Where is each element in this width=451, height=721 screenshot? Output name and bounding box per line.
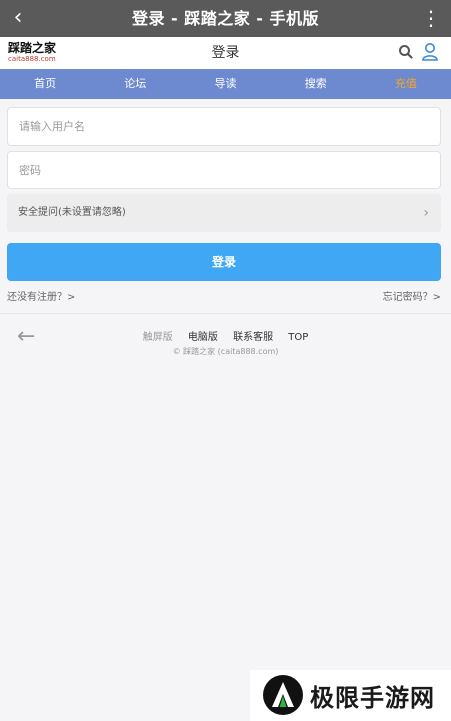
security-question-label: 安全提问(未设置请忽略) [18,207,126,218]
main-nav: 首页 论坛 导读 搜索 充值 [0,69,451,99]
window-title: 登录 - 踩踏之家 - 手机版 [131,9,320,28]
page-title: 登录 [211,45,240,61]
username-field [7,107,441,146]
password-field [7,151,441,189]
copyright-text: © 踩踏之家 (caita888.com) [172,347,279,356]
register-link[interactable]: 还没有注册？> [7,288,75,303]
site-header: 踩踏之家 caita888.com 登录 [0,37,451,69]
footer-link-desktop[interactable]: 电脑版 [188,332,218,343]
chevron-right-icon: › [423,205,429,221]
more-icon[interactable]: ⋮ [421,3,441,33]
nav-item-guide[interactable]: 导读 [180,69,270,99]
search-icon[interactable] [397,43,415,61]
watermark-logo-icon [263,675,303,715]
footer-link-contact[interactable]: 联系客服 [233,332,273,343]
footer-links: 触屏版 电脑版 联系客服 TOP [0,328,451,343]
username-input[interactable] [8,108,430,145]
nav-item-recharge[interactable]: 充值 [361,69,451,99]
footer-divider [0,313,451,314]
security-question-select[interactable]: 安全提问(未设置请忽略) › [7,194,441,232]
password-input[interactable] [8,152,430,188]
nav-item-home[interactable]: 首页 [0,69,90,99]
login-button[interactable]: 登录 [7,243,441,281]
forgot-password-link[interactable]: 忘记密码？> [383,288,441,303]
nav-item-forum[interactable]: 论坛 [90,69,180,99]
footer-link-top[interactable]: TOP [288,332,308,343]
watermark: 极限手游网 [250,670,451,721]
watermark-text: 极限手游网 [310,684,435,712]
footer-link-touch[interactable]: 触屏版 [143,332,173,343]
user-icon[interactable] [421,42,439,62]
top-bar: ‹ 登录 - 踩踏之家 - 手机版 ⋮ [0,0,451,37]
nav-item-search[interactable]: 搜索 [271,69,361,99]
